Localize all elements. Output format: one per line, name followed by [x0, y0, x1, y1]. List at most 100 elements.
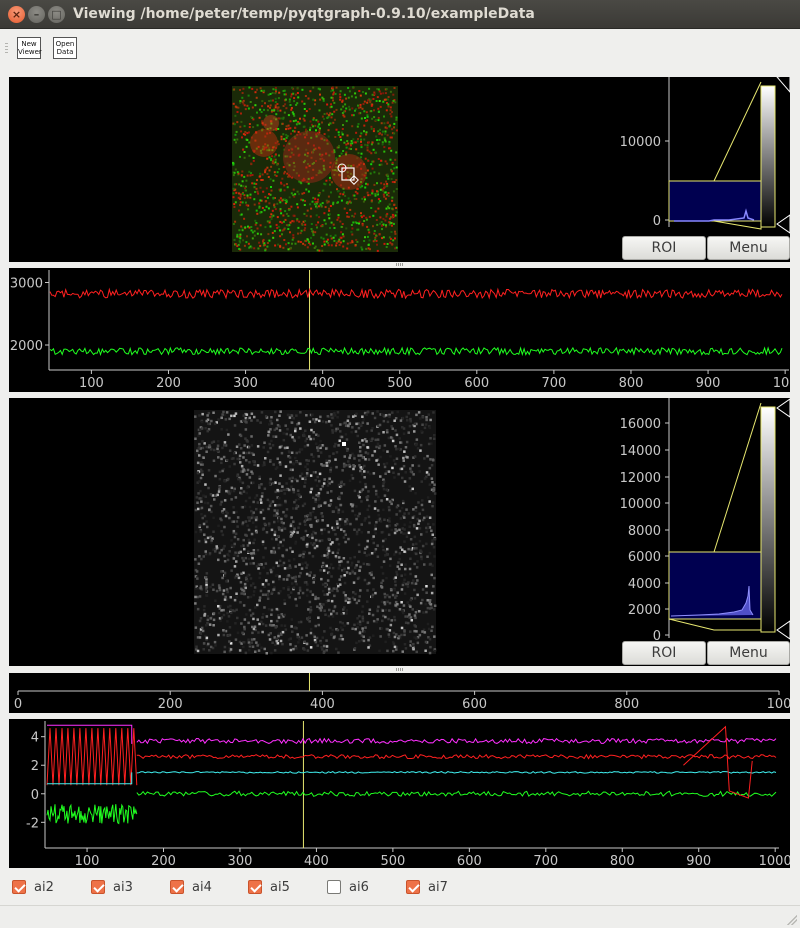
checkbox-ai2-box[interactable]	[12, 880, 26, 894]
analog-input-canvas[interactable]: 100 200 300 400 500 600 700 800 900 1000 4 2 0 -2	[9, 719, 790, 868]
image-view-1[interactable]: 10000 0 ROI Menu	[9, 77, 790, 262]
menu-button-2[interactable]: Menu	[707, 641, 790, 665]
checkbox-ai5[interactable]: ai5	[248, 879, 290, 895]
x-tick-label: 300	[233, 376, 258, 391]
x-tick-label: 500	[380, 854, 405, 868]
image-view-2-image[interactable]	[194, 410, 437, 655]
checkbox-ai6[interactable]: ai6	[327, 879, 369, 895]
x-tick-label: 200	[158, 697, 183, 712]
y-tick-label: 4	[31, 731, 39, 746]
y-tick-label: 3000	[10, 277, 43, 292]
x-tick-label: 700	[541, 376, 566, 391]
x-tick-label: 100	[773, 376, 790, 391]
x-tick-label: 400	[310, 376, 335, 391]
splitter-handle-2[interactable]	[396, 668, 404, 671]
histogram-tick-label: 0	[653, 214, 661, 229]
roi-plot[interactable]: 100 200 300 400 500 600 700 800 900 100 3000 2000	[9, 268, 790, 392]
x-tick-label: 100	[767, 697, 790, 712]
x-tick-label: 1000	[759, 854, 790, 868]
image-view-2[interactable]: 16000 14000 12000 10000 8000 6000 4000 2000 0 RO…	[9, 398, 790, 666]
x-tick-label: 600	[457, 854, 482, 868]
size-grip[interactable]	[787, 915, 797, 925]
checkbox-ai7[interactable]: ai7	[406, 879, 448, 895]
analog-series-green-early	[46, 803, 138, 825]
histogram-tick-label: 12000	[620, 471, 661, 486]
checkbox-ai6-box[interactable]	[327, 880, 341, 894]
x-tick-label: 800	[610, 854, 635, 868]
gradient-tick-top-2[interactable]	[776, 398, 790, 418]
gradient-bar-1[interactable]	[760, 85, 776, 228]
time-axis-canvas[interactable]: 0 200 400 600 800 100	[9, 673, 790, 713]
new-viewer-button[interactable]: New Viewer	[17, 37, 42, 59]
gradient-tick-top-1[interactable]	[776, 77, 790, 93]
x-tick-label: 400	[310, 697, 335, 712]
checkbox-ai3[interactable]: ai3	[91, 879, 133, 895]
x-tick-label: 900	[696, 376, 721, 391]
roi-button-1[interactable]: ROI	[622, 236, 706, 260]
image-view-1-image[interactable]	[232, 86, 398, 252]
gradient-tick-bottom-2[interactable]	[776, 620, 790, 640]
image-view-2-canvas[interactable]: 1600014000120001000080006000400020000	[9, 398, 790, 666]
checkbox-ai2-label: ai2	[34, 879, 54, 895]
image-view-1-canvas[interactable]: 10000 0	[9, 77, 790, 262]
checkbox-ai3-label: ai3	[113, 879, 133, 895]
analog-series-magenta-early	[47, 724, 133, 744]
checkbox-ai7-box[interactable]	[406, 880, 420, 894]
checkbox-ai4-label: ai4	[192, 879, 212, 895]
title-bar: × – □ Viewing /home/peter/temp/pyqtgraph…	[0, 0, 800, 29]
x-tick-label: 400	[304, 854, 329, 868]
x-tick-label: 300	[228, 854, 253, 868]
x-tick-label: 200	[156, 376, 181, 391]
checkbox-ai3-box[interactable]	[91, 880, 105, 894]
histogram-tick-label: 10000	[620, 497, 661, 512]
x-tick-label: 100	[79, 376, 104, 391]
window-title: Viewing /home/peter/temp/pyqtgraph-0.9.1…	[73, 6, 535, 22]
checkbox-ai4[interactable]: ai4	[170, 879, 212, 895]
gradient-tick-bottom-1[interactable]	[776, 214, 790, 234]
x-tick-label: 200	[151, 854, 176, 868]
maximize-window-button[interactable]: □	[48, 6, 65, 23]
y-tick-label: -2	[26, 816, 39, 831]
gradient-bar-2[interactable]	[760, 406, 776, 633]
histogram-tick-label: 14000	[620, 444, 661, 459]
roi-series-red	[49, 287, 783, 300]
checkbox-ai4-box[interactable]	[170, 880, 184, 894]
x-tick-label: 800	[614, 697, 639, 712]
histogram-2-map-line	[713, 402, 762, 553]
analog-input-plot[interactable]: 100 200 300 400 500 600 700 800 900 1000 4 2 0 -2	[9, 719, 790, 868]
open-data-button[interactable]: Open Data	[53, 37, 77, 59]
analog-series-red-early	[46, 728, 138, 786]
status-bar	[0, 905, 800, 928]
x-tick-label: 0	[14, 697, 22, 712]
analog-series-magenta	[136, 737, 777, 745]
checkbox-ai6-label: ai6	[349, 879, 369, 895]
roi-series-green	[49, 346, 783, 357]
histogram-tick-label: 4000	[628, 577, 661, 592]
x-tick-label: 800	[619, 376, 644, 391]
histogram-tick-label: 2000	[628, 603, 661, 618]
x-tick-label: 100	[75, 854, 100, 868]
splitter-handle-1[interactable]	[396, 263, 404, 266]
histogram-1-map-line	[713, 81, 762, 182]
histogram-tick-label: 6000	[628, 550, 661, 565]
checkbox-ai5-box[interactable]	[248, 880, 262, 894]
histogram-widget-2[interactable]: 1600014000120001000080006000400020000	[620, 398, 790, 644]
close-window-button[interactable]: ×	[8, 6, 25, 23]
time-axis-plot[interactable]: 0 200 400 600 800 100	[9, 673, 790, 713]
roi-button-2[interactable]: ROI	[622, 641, 706, 665]
x-tick-label: 700	[533, 854, 558, 868]
roi-plot-canvas[interactable]: 100 200 300 400 500 600 700 800 900 100 3000 2000	[9, 268, 790, 392]
checkbox-ai2[interactable]: ai2	[12, 879, 54, 895]
analog-series-cyan	[136, 770, 777, 774]
analog-series-green	[136, 790, 777, 797]
menu-button-1[interactable]: Menu	[707, 236, 790, 260]
x-tick-label: 600	[462, 697, 487, 712]
histogram-widget-1[interactable]: 10000 0	[620, 77, 790, 234]
y-tick-label: 0	[31, 788, 39, 803]
minimize-window-button[interactable]: –	[28, 6, 45, 23]
toolbar-grip-handle[interactable]	[5, 43, 8, 55]
analog-series-red	[136, 753, 777, 760]
histogram-tick-label: 16000	[620, 417, 661, 432]
y-tick-label: 2000	[10, 339, 43, 354]
x-tick-label: 900	[686, 854, 711, 868]
